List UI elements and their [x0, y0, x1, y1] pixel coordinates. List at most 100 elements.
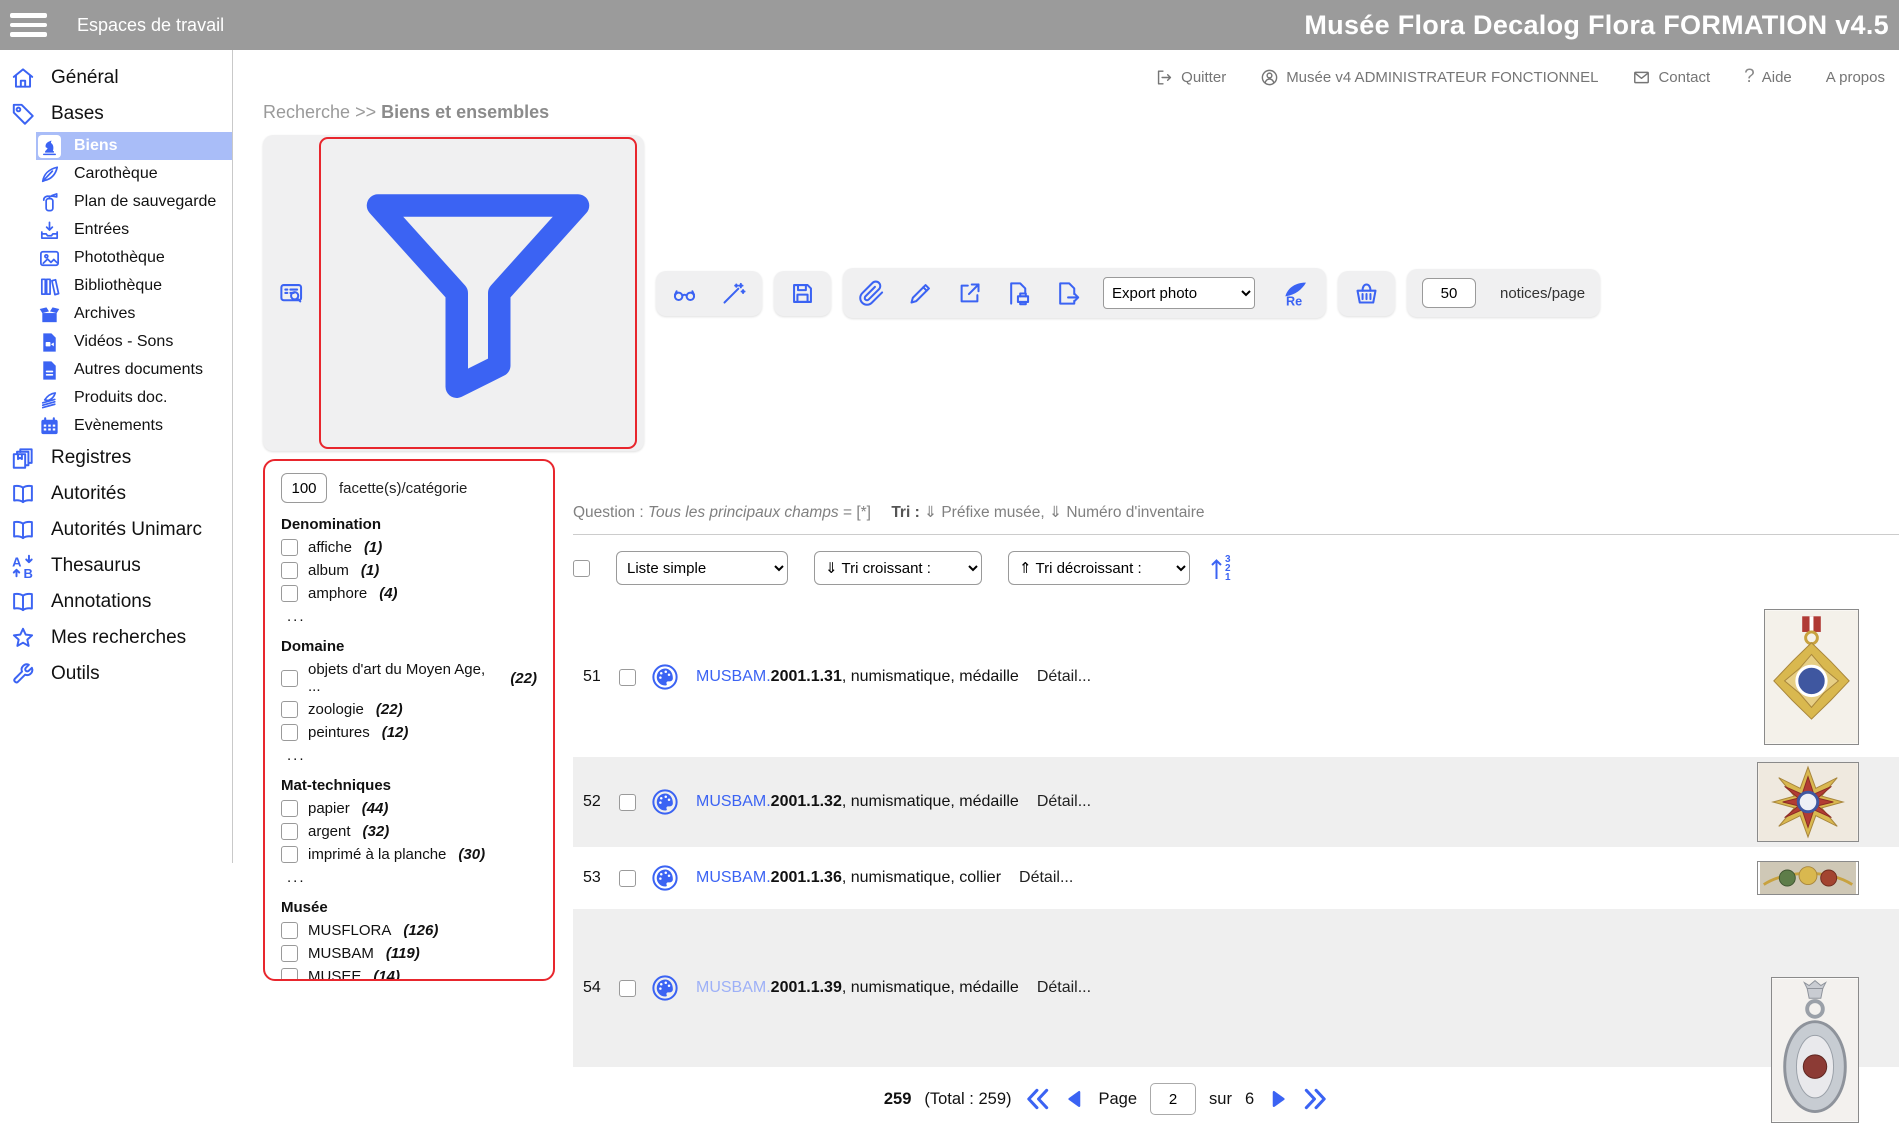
palette-icon[interactable] [650, 662, 680, 692]
facet-more-link[interactable]: ... [287, 869, 537, 886]
facet-more-link[interactable]: ... [287, 747, 537, 764]
sidebar-item-bibliotheque[interactable]: Bibliothèque [36, 272, 232, 300]
magic-wand-button[interactable] [720, 280, 747, 307]
export-photo-select[interactable]: Export photo [1103, 277, 1255, 309]
facet-checkbox[interactable] [281, 701, 298, 718]
facet-checkbox[interactable] [281, 539, 298, 556]
record-link[interactable]: MUSBAM.2001.1.31 [696, 668, 842, 685]
sort-descending-select[interactable]: ⇑ Tri décroissant : [1008, 551, 1190, 585]
row-checkbox[interactable] [619, 794, 636, 811]
sidebar-item-mes-recherches[interactable]: Mes recherches [0, 620, 232, 656]
palette-icon[interactable] [650, 863, 680, 893]
sidebar-item-archives[interactable]: Archives [36, 300, 232, 328]
feather-icon [38, 163, 61, 186]
result-thumbnail[interactable] [1757, 861, 1859, 895]
edit-button[interactable] [907, 280, 934, 307]
sidebar-item-annotations[interactable]: Annotations [0, 584, 232, 620]
result-text: MUSBAM.2001.1.31, numismatique, médaille… [696, 668, 1091, 686]
record-link[interactable]: MUSBAM.2001.1.36 [696, 869, 842, 886]
palette-icon[interactable] [650, 787, 680, 817]
page-number-input[interactable] [1150, 1083, 1196, 1115]
sidebar-item-bases[interactable]: Bases [0, 96, 232, 132]
glasses-view-button[interactable] [671, 280, 698, 307]
export-photo-logo-icon[interactable]: Re [1277, 277, 1311, 309]
result-row: 52MUSBAM.2001.1.32, numismatique, médail… [573, 757, 1899, 847]
palette-icon[interactable] [650, 973, 680, 1003]
next-page-button[interactable] [1267, 1087, 1289, 1111]
facet-checkbox[interactable] [281, 724, 298, 741]
select-all-checkbox[interactable] [573, 560, 590, 577]
result-thumbnail[interactable] [1764, 609, 1859, 745]
sidebar-item-entrees[interactable]: Entrées [36, 216, 232, 244]
breadcrumb-separator: >> [355, 102, 376, 122]
facet-checkbox[interactable] [281, 823, 298, 840]
sidebar-item-autres-documents[interactable]: Autres documents [36, 356, 232, 384]
list-mode-select[interactable]: Liste simple [616, 551, 788, 585]
contact-link[interactable]: Contact [1632, 68, 1710, 87]
export-document-button[interactable] [1054, 280, 1081, 307]
notices-per-page-input[interactable] [1422, 278, 1476, 308]
sidebar-item-plan-de-sauvegarde[interactable]: Plan de sauvegarde [36, 188, 232, 216]
sidebar-item-label: Bases [51, 103, 104, 125]
record-link[interactable]: MUSBAM.2001.1.39 [696, 979, 842, 996]
save-button[interactable] [789, 280, 816, 307]
facet-checkbox[interactable] [281, 968, 298, 981]
facet-group-title: Denomination [281, 516, 537, 533]
sidebar-item-outils[interactable]: Outils [0, 656, 232, 692]
help-link[interactable]: ? Aide [1744, 66, 1792, 88]
facet-label: MUSFLORA [308, 922, 391, 939]
facet-checkbox[interactable] [281, 945, 298, 962]
last-page-button[interactable] [1302, 1086, 1328, 1112]
sidebar-item-general[interactable]: Général [0, 60, 232, 96]
sidebar-item-phototheque[interactable]: Photothèque [36, 244, 232, 272]
facet-checkbox[interactable] [281, 585, 298, 602]
external-link-button[interactable] [956, 280, 983, 307]
sidebar-item-registres[interactable]: Registres [0, 440, 232, 476]
video-file-icon [38, 331, 61, 354]
detail-link[interactable]: Détail... [1037, 668, 1091, 685]
row-checkbox[interactable] [619, 980, 636, 997]
extinguisher-icon [38, 191, 61, 214]
sidebar-item-autorites-unimarc[interactable]: Autorités Unimarc [0, 512, 232, 548]
previous-page-button[interactable] [1064, 1087, 1086, 1111]
facet-checkbox[interactable] [281, 562, 298, 579]
detail-link[interactable]: Détail... [1037, 793, 1091, 810]
sidebar-item-thesaurus[interactable]: ABThesaurus [0, 548, 232, 584]
sort-ascending-select[interactable]: ⇓ Tri croissant : [814, 551, 982, 585]
sidebar-item-autorites[interactable]: Autorités [0, 476, 232, 512]
facet-checkbox[interactable] [281, 800, 298, 817]
toolbar: Export photo Re notices/page [263, 135, 1899, 451]
sidebar-item-carotheque[interactable]: Carothèque [36, 160, 232, 188]
attachment-button[interactable] [858, 280, 885, 307]
facet-checkbox[interactable] [281, 922, 298, 939]
basket-button[interactable] [1353, 280, 1380, 307]
numeric-sort-icon[interactable]: 321 [1210, 555, 1231, 582]
detail-link[interactable]: Détail... [1019, 869, 1073, 886]
current-user[interactable]: Musée v4 ADMINISTRATEUR FONCTIONNEL [1260, 68, 1598, 87]
about-link[interactable]: A propos [1826, 69, 1885, 86]
wrench-icon [10, 661, 36, 687]
hamburger-menu-icon[interactable] [10, 13, 47, 37]
quit-button[interactable]: Quitter [1155, 68, 1226, 87]
filter-funnel-button[interactable] [328, 143, 628, 443]
sidebar-item-evenements[interactable]: Evènements [36, 412, 232, 440]
facet-group-title: Mat-techniques [281, 777, 537, 794]
result-thumbnail[interactable] [1757, 762, 1859, 842]
row-checkbox[interactable] [619, 669, 636, 686]
first-page-button[interactable] [1025, 1086, 1051, 1112]
result-thumbnail[interactable] [1771, 977, 1859, 1123]
facet-count-input[interactable] [281, 473, 327, 503]
facet-label: album [308, 562, 349, 579]
sidebar-item-biens[interactable]: Biens [36, 132, 232, 160]
sidebar-item-produits-doc[interactable]: Produits doc. [36, 384, 232, 412]
record-link[interactable]: MUSBAM.2001.1.32 [696, 793, 842, 810]
facet-more-link[interactable]: ... [287, 608, 537, 625]
facet-group-title: Musée [281, 899, 537, 916]
facet-checkbox[interactable] [281, 670, 298, 687]
facet-checkbox[interactable] [281, 846, 298, 863]
display-list-button[interactable] [278, 280, 305, 307]
detail-link[interactable]: Détail... [1037, 979, 1091, 996]
print-document-button[interactable] [1005, 280, 1032, 307]
row-checkbox[interactable] [619, 870, 636, 887]
sidebar-item-videos-sons[interactable]: Vidéos - Sons [36, 328, 232, 356]
